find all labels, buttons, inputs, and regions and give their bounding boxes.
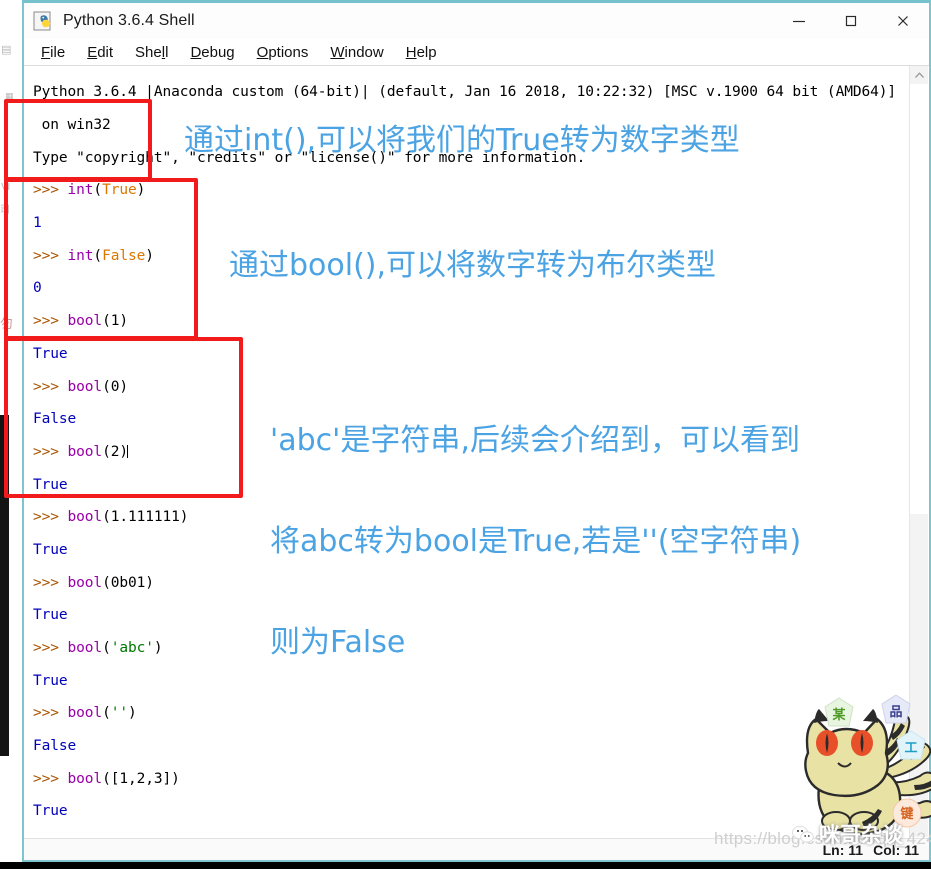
shell-input-line: >>> bool('')	[33, 705, 137, 722]
svg-text:某: 某	[831, 707, 846, 723]
menu-item-window[interactable]: Window	[319, 42, 394, 63]
shell-output-line: 1	[33, 215, 42, 232]
gutter-artifact-icon: ▦	[5, 92, 14, 102]
gutter-artifact-icon: 匇	[0, 317, 14, 332]
python-idle-icon	[32, 10, 54, 32]
text-caret	[126, 444, 128, 458]
svg-text:品: 品	[889, 705, 902, 720]
annotation-note-string-line-2: 将abc转为bool是True,若是''(空字符串)	[270, 523, 802, 559]
annotation-note-string: 'abc'是字符串,后续会介绍到，可以看到 将abc转为bool是True,若是…	[270, 357, 801, 693]
tail-tag-icon: 品	[879, 693, 913, 727]
tail-tag-icon: 某	[822, 696, 856, 730]
gutter-artifact-icon: ▤	[1, 43, 12, 56]
shell-output-line: False	[33, 738, 77, 755]
annotation-note-int: 通过int(),可以将我们的True转为数字类型	[184, 123, 740, 158]
gutter-artifact-icon: 司	[0, 205, 10, 216]
scrollbar-thumb[interactable]	[910, 84, 928, 514]
mascot-caption: 咪哥杂谈	[792, 819, 903, 849]
annotation-note-string-line-3: 则为False	[270, 624, 406, 660]
shell-input-line: >>> bool([1,2,3])	[33, 770, 180, 787]
annotation-note-bool: 通过bool(),可以将数字转为布尔类型	[229, 248, 717, 283]
left-margin-bottom	[0, 756, 22, 862]
window-controls	[773, 3, 929, 39]
menu-bar: File Edit Shell Debug Options Window Hel…	[24, 39, 929, 66]
menu-item-options[interactable]: Options	[246, 42, 320, 63]
tail-tag-icon: 工	[894, 729, 928, 763]
left-dark-strip	[0, 415, 9, 756]
window-title: Python 3.6.4 Shell	[63, 12, 195, 29]
menu-item-shell[interactable]: Shell	[124, 42, 179, 63]
mascot-name: 咪哥杂谈	[819, 823, 903, 847]
wechat-icon	[792, 825, 814, 844]
close-button[interactable]	[877, 3, 929, 39]
shell-input-line: >>> int(True)	[33, 182, 146, 199]
banner-line: Python 3.6.4 |Anaconda custom (64-bit)| …	[33, 84, 896, 101]
left-margin-mid	[9, 415, 22, 756]
chevron-up-icon[interactable]	[910, 66, 928, 84]
title-bar[interactable]: Python 3.6.4 Shell	[24, 3, 929, 39]
gutter-artifact-icon: Ⅵ	[1, 182, 11, 193]
shell-input-line: >>> bool(1)	[33, 313, 128, 330]
menu-item-file[interactable]: File	[30, 42, 76, 63]
annotation-note-string-line-1: 'abc'是字符串,后续会介绍到，可以看到	[270, 423, 800, 459]
menu-item-help[interactable]: Help	[395, 42, 448, 63]
svg-text:工: 工	[904, 741, 917, 756]
minimize-button[interactable]	[773, 3, 825, 39]
menu-item-edit[interactable]: Edit	[76, 42, 124, 63]
maximize-button[interactable]	[825, 3, 877, 39]
menu-item-debug[interactable]: Debug	[179, 42, 245, 63]
shell-output-line: True	[33, 803, 68, 820]
bottom-black-bar	[0, 862, 931, 869]
